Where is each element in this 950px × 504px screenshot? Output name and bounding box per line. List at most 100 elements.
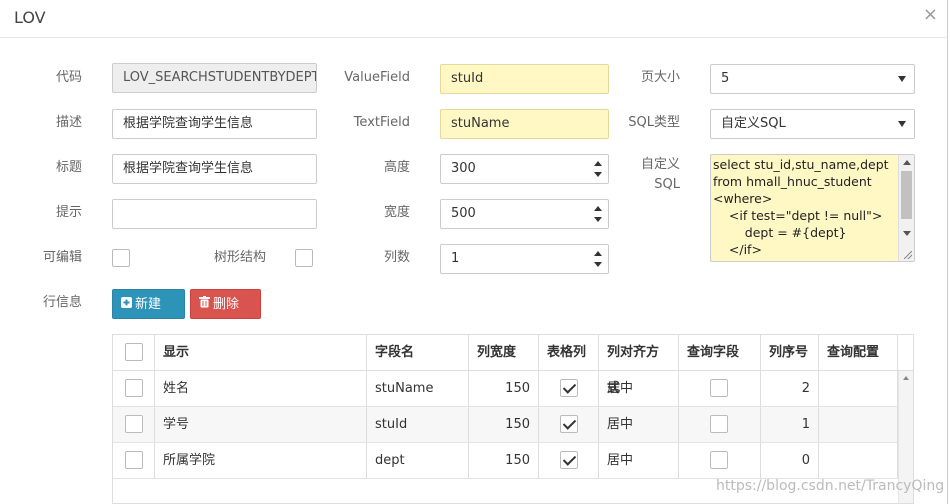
lov-dialog: LOV × 代码 LOV_SEARCHSTUDENTBYDEPT 描述 根据学院… (0, 0, 948, 504)
width-stepper[interactable]: 500 (440, 199, 609, 229)
header-display[interactable]: 显示 (155, 335, 367, 370)
display-cell[interactable]: 学号 (155, 407, 367, 442)
query-field-checkbox[interactable] (710, 379, 728, 397)
new-button[interactable]: 新建 (112, 289, 185, 319)
header-column-width[interactable]: 列宽度 (469, 335, 539, 370)
description-field[interactable]: 根据学院查询学生信息 (112, 109, 317, 139)
display-cell[interactable]: 姓名 (155, 371, 367, 406)
delete-button-label: 删除 (213, 297, 240, 312)
width-label: 宽度 (383, 205, 410, 220)
hint-field[interactable] (112, 199, 317, 229)
alignment-cell[interactable]: 居中 (599, 407, 679, 442)
column-width-cell[interactable]: 150 (469, 443, 539, 478)
order-cell[interactable]: 1 (761, 407, 819, 442)
scroll-up-icon[interactable] (903, 160, 911, 165)
query-field-cell (679, 443, 761, 478)
scroll-thumb[interactable] (901, 171, 912, 219)
table-row[interactable]: 姓名 stuName 150 居中 2 (113, 371, 898, 407)
row-select-cell (113, 371, 155, 406)
table-row[interactable]: 学号 stuId 150 居中 1 (113, 407, 898, 443)
tree-structure-checkbox[interactable] (295, 249, 313, 267)
field-name-cell[interactable]: stuName (367, 371, 469, 406)
valuefield-input[interactable]: stuId (440, 64, 609, 94)
query-field-cell (679, 407, 761, 442)
header-grid-column[interactable]: 表格列 (539, 335, 599, 370)
row-select-cell (113, 407, 155, 442)
column-width-cell[interactable]: 150 (469, 371, 539, 406)
tree-structure-label: 树形结构 (213, 250, 266, 265)
scroll-down-icon[interactable] (903, 231, 911, 236)
spinner-icon[interactable] (592, 203, 604, 225)
textarea-scrollbar[interactable] (898, 155, 914, 261)
close-icon[interactable]: × (923, 4, 938, 25)
header-query-field[interactable]: 查询字段 (679, 335, 761, 370)
grid-header: 显示 字段名 列宽度 表格列 列对齐方式 查询字段 列序号 查询配置 (113, 335, 913, 396)
query-field-checkbox[interactable] (710, 415, 728, 433)
columns-stepper[interactable]: 1 (440, 244, 609, 274)
grid-column-cell (539, 443, 599, 478)
custom-sql-label: 自定义 (640, 157, 680, 172)
query-config-cell[interactable] (819, 407, 898, 442)
spinner-icon[interactable] (592, 158, 604, 180)
header-order[interactable]: 列序号 (761, 335, 819, 370)
grid-column-cell (539, 407, 599, 442)
textfield-input[interactable]: stuName (440, 109, 609, 139)
dialog-header: LOV × (0, 0, 948, 38)
height-stepper[interactable]: 300 (440, 154, 609, 184)
sql-type-select[interactable]: 自定义SQL (710, 109, 915, 139)
alignment-cell[interactable]: 居中 (599, 371, 679, 406)
page-size-select[interactable]: 5 (710, 64, 915, 94)
field-name-cell[interactable]: stuId (367, 407, 469, 442)
query-field-cell (679, 371, 761, 406)
code-label: 代码 (55, 70, 82, 85)
scroll-up-icon[interactable] (903, 376, 909, 380)
display-cell[interactable]: 所属学院 (155, 443, 367, 478)
sql-line: dept = #{dept} (713, 225, 847, 240)
query-field-checkbox[interactable] (710, 451, 728, 469)
grid-column-cell (539, 371, 599, 406)
textfield-label: TextField (353, 115, 410, 130)
column-width-cell[interactable]: 150 (469, 407, 539, 442)
custom-sql-textarea[interactable]: select stu_id,stu_name,dept from hmall_h… (710, 154, 915, 262)
row-checkbox[interactable] (125, 451, 143, 469)
width-value: 500 (451, 206, 476, 221)
title-label: 标题 (55, 160, 82, 175)
delete-button[interactable]: 删除 (190, 289, 261, 319)
title-field[interactable]: 根据学院查询学生信息 (112, 154, 317, 184)
row-select-cell (113, 443, 155, 478)
header-alignment[interactable]: 列对齐方式 (599, 335, 679, 396)
hint-label: 提示 (55, 205, 82, 220)
select-all-checkbox[interactable] (125, 343, 143, 361)
page-size-value: 5 (721, 71, 730, 86)
spinner-icon[interactable] (592, 248, 604, 270)
height-value: 300 (451, 161, 476, 176)
row-checkbox[interactable] (125, 379, 143, 397)
header-field-name[interactable]: 字段名 (367, 335, 469, 370)
alignment-cell[interactable]: 居中 (599, 443, 679, 478)
grid-column-checkbox[interactable] (560, 451, 578, 469)
editable-label: 可编辑 (42, 250, 82, 265)
grid-column-checkbox[interactable] (560, 379, 578, 397)
resize-handle-icon[interactable] (904, 251, 912, 259)
order-cell[interactable]: 0 (761, 443, 819, 478)
field-name-cell[interactable]: dept (367, 443, 469, 478)
grid-column-checkbox[interactable] (560, 415, 578, 433)
query-config-cell[interactable] (819, 371, 898, 406)
row-checkbox[interactable] (125, 415, 143, 433)
height-label: 高度 (383, 160, 410, 175)
sql-line: select stu_id,stu_name,dept (713, 157, 889, 172)
row-info-label: 行信息 (42, 295, 82, 310)
plus-square-icon (121, 290, 132, 320)
sql-line: </if> (713, 242, 762, 257)
header-query-config[interactable]: 查询配置 (819, 335, 898, 370)
header-select-cell (113, 335, 155, 370)
table-row[interactable]: 所属学院 dept 150 居中 0 (113, 443, 898, 479)
query-config-cell[interactable] (819, 443, 898, 478)
editable-checkbox[interactable] (112, 249, 130, 267)
valuefield-label: ValueField (344, 70, 410, 85)
order-cell[interactable]: 2 (761, 371, 819, 406)
code-field: LOV_SEARCHSTUDENTBYDEPT (112, 63, 317, 93)
columns-label: 列数 (383, 250, 410, 265)
dialog-title: LOV (14, 8, 46, 27)
sql-line: <where> (713, 191, 773, 206)
